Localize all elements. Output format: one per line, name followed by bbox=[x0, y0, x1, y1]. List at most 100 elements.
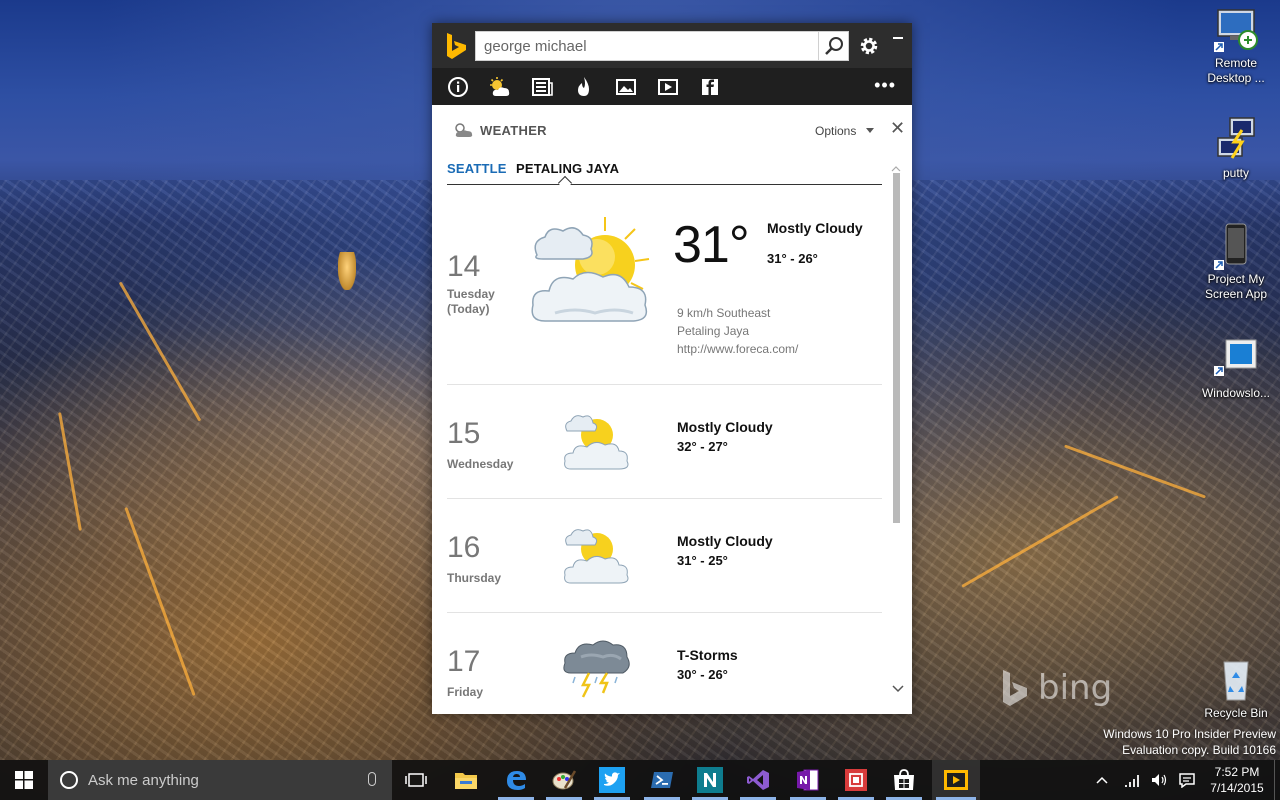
more-menu-button[interactable]: ••• bbox=[874, 76, 896, 94]
bing-logo-icon bbox=[1003, 670, 1027, 706]
forecast-day: 17 Friday T-Storms 30° - 26° bbox=[447, 613, 882, 714]
forecast-day: 15 Wednesday Mostly Cloudy 32° - 27° bbox=[447, 385, 882, 499]
bing-watermark-text: bing bbox=[1038, 668, 1113, 708]
windows-logo-icon bbox=[15, 771, 33, 789]
search-button[interactable] bbox=[818, 32, 848, 60]
onenote-icon bbox=[797, 769, 819, 791]
images-icon[interactable] bbox=[614, 75, 638, 99]
day-number: 14 bbox=[447, 250, 481, 283]
system-tray: 7:52 PM 7/14/2015 bbox=[1096, 760, 1280, 800]
task-view-icon bbox=[405, 773, 427, 787]
selected-tab-indicator bbox=[557, 175, 573, 191]
wallpaper-street-light bbox=[58, 412, 82, 531]
cortana-search-input[interactable] bbox=[88, 771, 348, 789]
bing-toolbar bbox=[432, 23, 912, 68]
bing-app-window: ••• WEATHER Options ✕ SEATTLE PETALING J… bbox=[432, 23, 912, 714]
source-link[interactable]: http://www.foreca.com/ bbox=[677, 342, 798, 356]
watermark-build: Evaluation copy. Build 10166 bbox=[1122, 743, 1276, 757]
desktop-icon-remote-desktop[interactable]: Remote Desktop ... bbox=[1198, 6, 1274, 86]
project-screen-icon bbox=[1212, 222, 1260, 270]
taskbar-onenote[interactable] bbox=[786, 760, 830, 800]
taskbar-edge[interactable] bbox=[494, 760, 538, 800]
tab-seattle[interactable]: SEATTLE bbox=[447, 161, 507, 176]
desktop-icon-recycle-bin[interactable]: Recycle Bin bbox=[1198, 656, 1274, 721]
action-center-icon[interactable] bbox=[1178, 772, 1196, 788]
volume-icon[interactable] bbox=[1150, 772, 1168, 788]
forecast-day: 16 Thursday Mostly Cloudy 31° - 25° bbox=[447, 499, 882, 613]
microphone-icon[interactable] bbox=[368, 772, 376, 786]
bing-app-icon bbox=[944, 770, 968, 790]
day-name: Thursday bbox=[447, 571, 502, 585]
taskbar-red-app[interactable] bbox=[834, 760, 878, 800]
news-icon[interactable] bbox=[530, 75, 554, 99]
tab-petaling-jaya[interactable]: PETALING JAYA bbox=[516, 161, 619, 176]
paint-icon bbox=[552, 770, 577, 790]
options-dropdown[interactable]: Options bbox=[815, 124, 856, 138]
scrollbar[interactable] bbox=[891, 165, 901, 710]
day-name: Friday bbox=[447, 685, 484, 699]
task-view-button[interactable] bbox=[394, 760, 438, 800]
location-name: Petaling Jaya bbox=[677, 324, 750, 338]
chevron-up-icon[interactable] bbox=[1096, 776, 1108, 784]
close-button[interactable]: ✕ bbox=[890, 119, 905, 137]
taskbar-store[interactable] bbox=[882, 760, 926, 800]
scrollbar-thumb[interactable] bbox=[893, 173, 900, 523]
forecast-condition: T-Storms bbox=[677, 647, 738, 663]
clock-time: 7:52 PM bbox=[1214, 765, 1260, 779]
sun-cloud-icon bbox=[564, 529, 629, 584]
desktop-icon-project-my-screen[interactable]: Project My Screen App bbox=[1198, 222, 1274, 302]
show-desktop-button[interactable] bbox=[1274, 760, 1280, 800]
chevron-down-icon[interactable] bbox=[866, 128, 874, 133]
wallpaper-street-light bbox=[124, 507, 196, 696]
desktop-icon-label: Recycle Bin bbox=[1204, 706, 1268, 720]
bing-category-nav: ••• bbox=[432, 68, 912, 105]
watermark-edition: Windows 10 Pro Insider Preview bbox=[1103, 727, 1276, 741]
current-condition: Mostly Cloudy bbox=[767, 220, 863, 236]
windows-loader-icon bbox=[1212, 336, 1260, 384]
thunderstorm-icon bbox=[563, 640, 630, 698]
file-explorer-icon bbox=[455, 773, 477, 789]
minimize-button[interactable] bbox=[893, 37, 903, 39]
taskbar-file-explorer[interactable] bbox=[444, 760, 488, 800]
clock[interactable]: 7:52 PM 7/14/2015 bbox=[1200, 764, 1274, 796]
current-temperature: 31° bbox=[673, 216, 750, 274]
facebook-icon[interactable] bbox=[698, 75, 722, 99]
info-icon[interactable] bbox=[446, 75, 470, 99]
taskbar-powershell[interactable] bbox=[640, 760, 684, 800]
gear-icon[interactable] bbox=[858, 35, 880, 57]
bing-watermark: bing bbox=[1000, 668, 1112, 708]
scroll-up-icon[interactable] bbox=[891, 165, 901, 173]
scroll-down-icon[interactable] bbox=[892, 685, 904, 693]
wifi-icon[interactable] bbox=[1124, 772, 1142, 788]
video-icon[interactable] bbox=[656, 75, 680, 99]
desktop-icon-putty[interactable]: putty bbox=[1198, 116, 1274, 181]
taskbar-twitter[interactable] bbox=[590, 760, 634, 800]
trending-icon[interactable] bbox=[572, 75, 596, 99]
edge-icon bbox=[507, 771, 526, 790]
twitter-icon bbox=[599, 767, 625, 793]
bing-logo-icon[interactable] bbox=[446, 32, 468, 60]
start-button[interactable] bbox=[0, 760, 48, 800]
taskbar-paint[interactable] bbox=[542, 760, 586, 800]
location-tabs: SEATTLE PETALING JAYA bbox=[447, 161, 882, 191]
taskbar-bing-app[interactable] bbox=[932, 760, 980, 800]
taskbar-n-app[interactable] bbox=[688, 760, 732, 800]
desktop-icon-windowsloader[interactable]: Windowslo... bbox=[1198, 336, 1274, 401]
forecast-condition: Mostly Cloudy bbox=[677, 419, 773, 435]
recycle-bin-icon bbox=[1212, 656, 1260, 704]
wallpaper-dome bbox=[338, 252, 356, 290]
search-box bbox=[475, 31, 849, 61]
forecast-temp-range: 31° - 25° bbox=[677, 553, 728, 568]
taskbar-visual-studio[interactable] bbox=[736, 760, 780, 800]
sun-cloud-icon bbox=[531, 217, 650, 322]
desktop-icon-label: Remote Desktop ... bbox=[1207, 56, 1265, 85]
clock-date: 7/14/2015 bbox=[1210, 781, 1264, 795]
weather-header-icon bbox=[455, 123, 473, 137]
search-input[interactable] bbox=[476, 32, 816, 60]
cortana-search-box[interactable] bbox=[48, 760, 392, 800]
weather-icon[interactable] bbox=[488, 75, 512, 99]
desktop-icon-label: Project My Screen App bbox=[1204, 272, 1268, 301]
forecast-temp-range: 32° - 27° bbox=[677, 439, 728, 454]
day-name: Tuesday (Today) bbox=[447, 287, 495, 317]
red-app-icon bbox=[845, 769, 867, 791]
